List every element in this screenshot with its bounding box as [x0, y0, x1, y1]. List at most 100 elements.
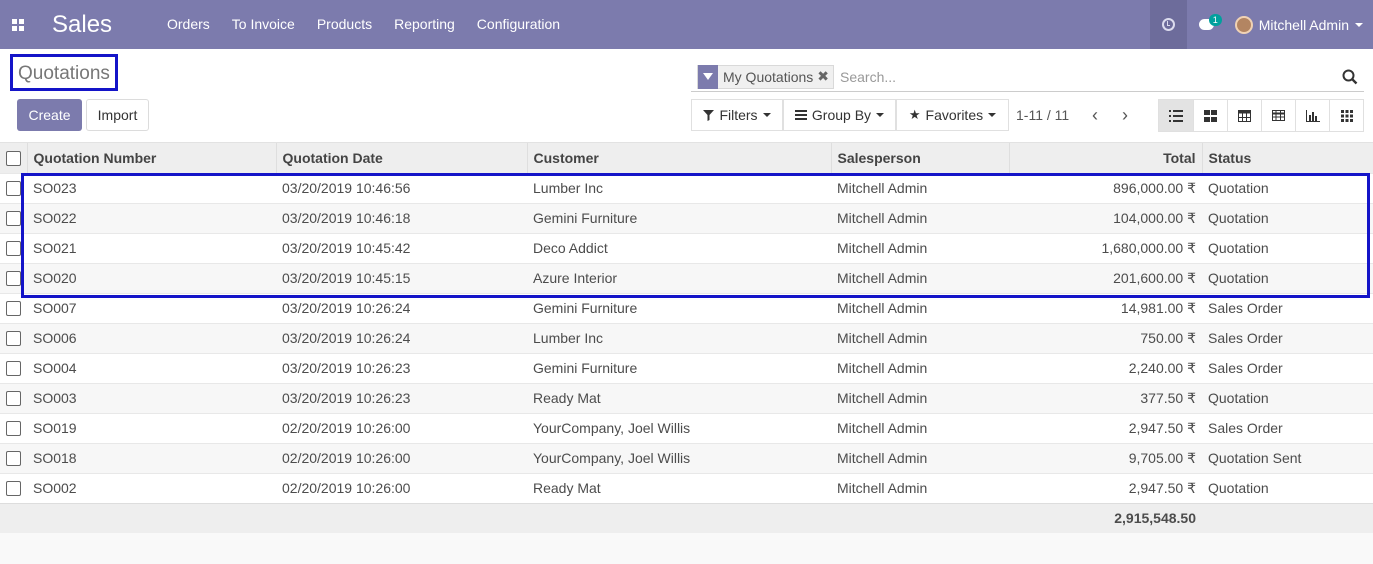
column-header-quotation-date[interactable]: Quotation Date [275, 143, 527, 173]
row-total: 9,705.00 ₹ [1009, 442, 1202, 473]
pivot-view-icon[interactable] [1261, 100, 1295, 131]
table-row[interactable]: SO003 03/20/2019 10:26:23 Ready Mat Mitchel… [0, 382, 1373, 413]
row-customer: Ready Mat [527, 472, 831, 503]
star-icon: ★ [908, 107, 921, 122]
row-checkbox-cell[interactable] [0, 442, 27, 473]
table-row[interactable]: SO002 02/20/2019 10:26:00 Ready Mat Mitchel… [0, 472, 1373, 503]
row-checkbox[interactable] [6, 241, 21, 257]
row-date: 03/20/2019 10:45:15 [276, 262, 527, 293]
row-checkbox-cell[interactable] [0, 172, 27, 203]
select-all-checkbox-cell[interactable] [0, 143, 27, 173]
row-salesperson: Mitchell Admin [831, 382, 1009, 413]
row-checkbox-cell[interactable] [0, 232, 27, 263]
row-checkbox-cell[interactable] [0, 202, 27, 233]
menu-item-reporting[interactable]: Reporting [383, 0, 466, 49]
row-checkbox[interactable] [6, 481, 21, 497]
row-checkbox[interactable] [6, 361, 21, 377]
main-menu: Orders To Invoice Products Reporting Con… [156, 0, 571, 49]
row-checkbox-cell[interactable] [0, 292, 27, 323]
column-header-status[interactable]: Status [1201, 143, 1373, 173]
row-checkbox-cell[interactable] [0, 262, 27, 293]
grand-total: 2,915,548.50 [1009, 502, 1202, 533]
row-salesperson: Mitchell Admin [831, 232, 1009, 263]
row-total: 1,680,000.00 ₹ [1009, 232, 1202, 263]
row-salesperson: Mitchell Admin [831, 412, 1009, 443]
row-checkbox[interactable] [6, 211, 21, 227]
message-count-badge: 1 [1208, 14, 1222, 26]
table-row[interactable]: SO004 03/20/2019 10:26:23 Gemini Furniture… [0, 352, 1373, 383]
row-total: 14,981.00 ₹ [1009, 292, 1202, 323]
row-checkbox[interactable] [6, 421, 21, 437]
select-all-checkbox[interactable] [6, 151, 21, 167]
chevron-down-icon [1355, 22, 1363, 27]
row-salesperson: Mitchell Admin [831, 322, 1009, 353]
pager-next-button[interactable]: › [1114, 103, 1136, 127]
kanban-view-icon[interactable] [1193, 100, 1227, 131]
row-customer: Lumber Inc [527, 172, 831, 203]
control-panel: Quotations Create Import My Quotations ✖… [0, 49, 1373, 143]
row-status: Quotation [1202, 262, 1373, 293]
filter-icon [698, 64, 718, 89]
pager-previous-button[interactable]: ‹ [1084, 103, 1106, 127]
menu-item-to-invoice[interactable]: To Invoice [221, 0, 306, 49]
user-menu[interactable]: Mitchell Admin [1227, 0, 1373, 49]
row-customer: Lumber Inc [527, 322, 831, 353]
row-checkbox-cell[interactable] [0, 322, 27, 353]
bars-icon [794, 110, 807, 120]
table-row[interactable]: SO007 03/20/2019 10:26:24 Gemini Furniture… [0, 292, 1373, 323]
search-icon[interactable] [1339, 66, 1361, 88]
row-date: 03/20/2019 10:26:23 [276, 352, 527, 383]
group-by-dropdown[interactable]: Group By [783, 99, 896, 131]
list-view-icon[interactable] [1159, 100, 1193, 131]
table-row[interactable]: SO023 03/20/2019 10:46:56 Lumber Inc Mitche… [0, 172, 1373, 203]
favorites-dropdown[interactable]: ★ Favorites [896, 99, 1009, 131]
column-header-salesperson[interactable]: Salesperson [830, 143, 1009, 173]
table-row[interactable]: SO006 03/20/2019 10:26:24 Lumber Inc Mitche… [0, 322, 1373, 353]
row-salesperson: Mitchell Admin [831, 472, 1009, 503]
row-total: 2,240.00 ₹ [1009, 352, 1202, 383]
column-header-customer[interactable]: Customer [526, 143, 831, 173]
chevron-down-icon [876, 113, 885, 117]
funnel-icon [703, 109, 715, 121]
activity-view-icon[interactable] [1329, 100, 1363, 131]
column-header-quotation-number[interactable]: Quotation Number [26, 143, 276, 173]
row-checkbox-cell[interactable] [0, 412, 27, 443]
search-input[interactable] [840, 68, 1339, 85]
row-checkbox[interactable] [6, 181, 21, 197]
activity-clock-button[interactable] [1149, 0, 1187, 49]
row-checkbox[interactable] [6, 391, 21, 407]
row-checkbox[interactable] [6, 331, 21, 347]
create-button[interactable]: Create [17, 99, 82, 131]
row-number: SO021 [27, 232, 276, 263]
row-checkbox-cell[interactable] [0, 472, 27, 503]
table-row[interactable]: SO020 03/20/2019 10:45:15 Azure Interior Mi… [0, 262, 1373, 293]
apps-menu-icon[interactable] [0, 0, 36, 49]
row-checkbox-cell[interactable] [0, 382, 27, 413]
pager-value[interactable]: 1-11 / 11 [1016, 107, 1069, 123]
facet-remove-icon[interactable]: ✖ [817, 68, 833, 85]
table-row[interactable]: SO019 02/20/2019 10:26:00 YourCompany, Joe… [0, 412, 1373, 443]
row-checkbox[interactable] [6, 451, 21, 467]
menu-item-configuration[interactable]: Configuration [466, 0, 571, 49]
menu-item-orders[interactable]: Orders [156, 0, 221, 49]
table-row[interactable]: SO018 02/20/2019 10:26:00 YourCompany, Joe… [0, 442, 1373, 473]
filters-dropdown[interactable]: Filters [691, 99, 783, 131]
row-number: SO022 [27, 202, 276, 233]
row-salesperson: Mitchell Admin [831, 442, 1009, 473]
row-customer: YourCompany, Joel Willis [527, 412, 831, 443]
column-header-total[interactable]: Total [1008, 143, 1202, 173]
import-button[interactable]: Import [86, 99, 149, 131]
row-status: Quotation [1202, 232, 1373, 263]
table-row[interactable]: SO022 03/20/2019 10:46:18 Gemini Furniture… [0, 202, 1373, 233]
table-header-row: Quotation Number Quotation Date Customer… [0, 143, 1373, 173]
table-row[interactable]: SO021 03/20/2019 10:45:42 Deco Addict Mitch… [0, 232, 1373, 263]
calendar-view-icon[interactable] [1227, 100, 1261, 131]
menu-item-products[interactable]: Products [306, 0, 383, 49]
row-total: 377.50 ₹ [1009, 382, 1202, 413]
row-checkbox-cell[interactable] [0, 352, 27, 383]
row-checkbox[interactable] [6, 271, 21, 287]
row-checkbox[interactable] [6, 301, 21, 317]
graph-view-icon[interactable] [1295, 100, 1329, 131]
avatar [1234, 15, 1253, 34]
messaging-button[interactable]: 1 [1187, 0, 1227, 49]
